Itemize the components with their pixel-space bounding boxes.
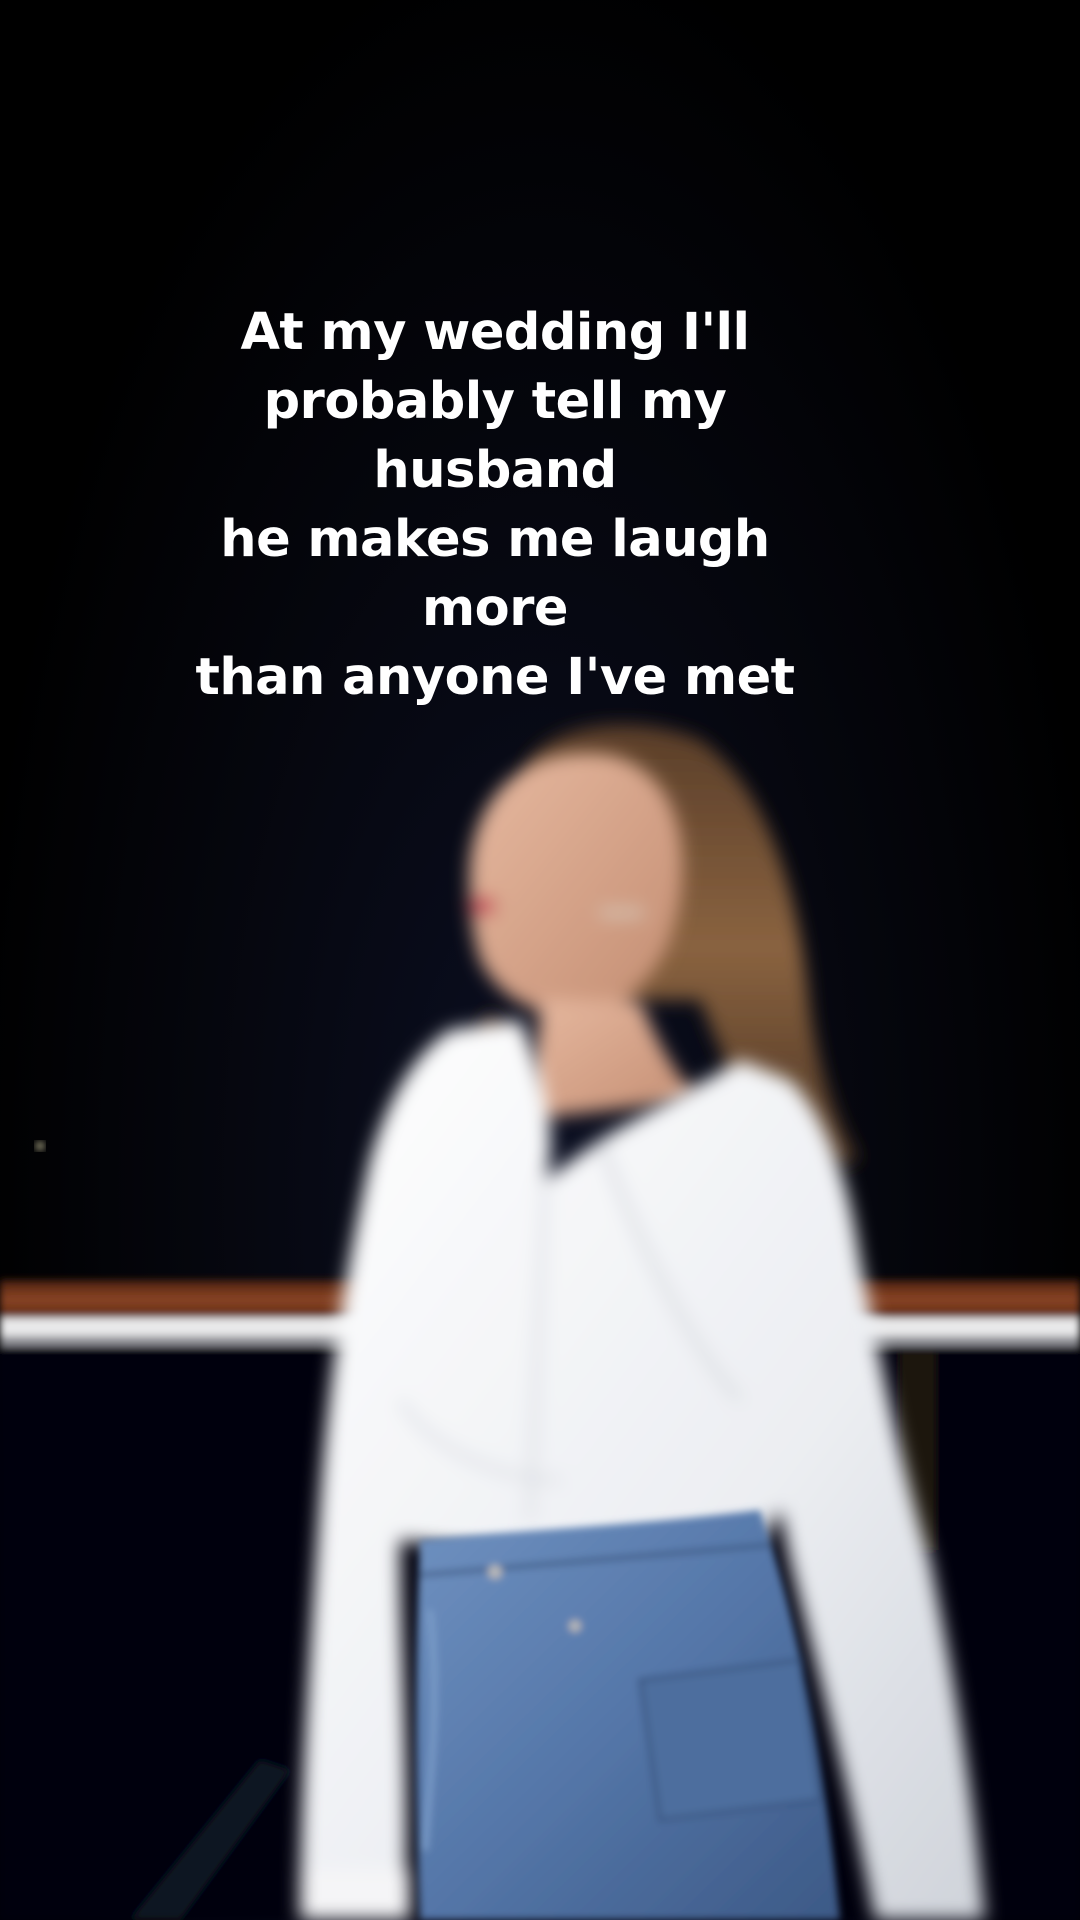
photo-scene	[0, 724, 1080, 1920]
denim-skirt	[416, 1510, 840, 1920]
distant-light	[36, 1142, 44, 1150]
photo-frame: At my wedding I'll probably tell my husb…	[0, 0, 1080, 1920]
